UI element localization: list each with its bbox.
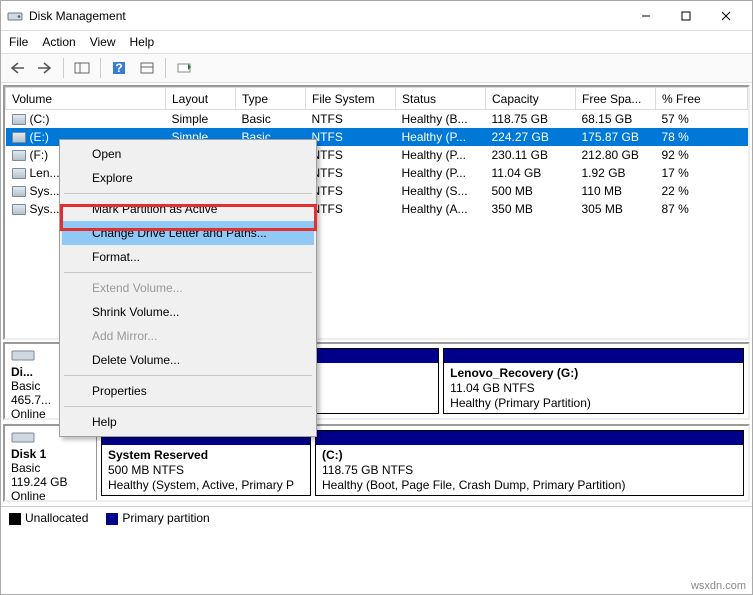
back-button[interactable] (5, 56, 29, 80)
col-free[interactable]: Free Spa... (576, 88, 656, 110)
volume-icon (12, 150, 26, 161)
list-icon[interactable] (172, 56, 196, 80)
legend: Unallocated Primary partition (1, 506, 752, 529)
help-icon[interactable]: ? (107, 56, 131, 80)
ctx-extend: Extend Volume... (62, 276, 314, 300)
show-hide-icon[interactable] (70, 56, 94, 80)
context-menu: Open Explore Mark Partition as Active Ch… (59, 139, 317, 437)
forward-button[interactable] (33, 56, 57, 80)
ctx-help[interactable]: Help (62, 410, 314, 434)
menu-file[interactable]: File (9, 35, 28, 49)
menu-view[interactable]: View (90, 35, 116, 49)
title-bar: Disk Management (1, 1, 752, 31)
maximize-button[interactable] (666, 2, 706, 30)
unallocated-swatch (9, 513, 21, 525)
primary-swatch (106, 513, 118, 525)
menu-help[interactable]: Help (130, 35, 155, 49)
ctx-add-mirror: Add Mirror... (62, 324, 314, 348)
menu-action[interactable]: Action (42, 35, 75, 49)
watermark: wsxdn.com (691, 580, 746, 592)
disk1-part-c[interactable]: (C:)118.75 GB NTFSHealthy (Boot, Page Fi… (315, 430, 744, 496)
col-layout[interactable]: Layout (166, 88, 236, 110)
ctx-explore[interactable]: Explore (62, 166, 314, 190)
disk0-part-recovery[interactable]: Lenovo_Recovery (G:)11.04 GB NTFSHealthy… (443, 348, 744, 414)
ctx-shrink[interactable]: Shrink Volume... (62, 300, 314, 324)
col-pct[interactable]: % Free (656, 88, 748, 110)
ctx-mark-active[interactable]: Mark Partition as Active (62, 197, 314, 221)
close-button[interactable] (706, 2, 746, 30)
volume-icon (12, 114, 26, 125)
volume-icon (12, 186, 26, 197)
menu-bar: File Action View Help (1, 31, 752, 53)
minimize-button[interactable] (626, 2, 666, 30)
window-title: Disk Management (29, 9, 626, 23)
col-fs[interactable]: File System (306, 88, 396, 110)
col-volume[interactable]: Volume (6, 88, 166, 110)
volume-icon (12, 132, 26, 143)
svg-text:?: ? (115, 61, 122, 75)
disk1-part-sysreserved[interactable]: System Reserved500 MB NTFSHealthy (Syste… (101, 430, 311, 496)
col-status[interactable]: Status (396, 88, 486, 110)
col-type[interactable]: Type (236, 88, 306, 110)
ctx-properties[interactable]: Properties (62, 379, 314, 403)
app-icon (7, 8, 23, 24)
disk1-label[interactable]: Disk 1 Basic 119.24 GB Online (5, 426, 97, 500)
ctx-delete[interactable]: Delete Volume... (62, 348, 314, 372)
volume-icon (12, 168, 26, 179)
ctx-change-drive-letter[interactable]: Change Drive Letter and Paths... (62, 221, 314, 245)
disk-icon (11, 348, 35, 362)
volume-icon (12, 204, 26, 215)
ctx-open[interactable]: Open (62, 142, 314, 166)
col-capacity[interactable]: Capacity (486, 88, 576, 110)
disk-icon (11, 430, 35, 444)
tool-bar: ? (1, 53, 752, 83)
ctx-format[interactable]: Format... (62, 245, 314, 269)
refresh-icon[interactable] (135, 56, 159, 80)
table-row[interactable]: (C:)SimpleBasicNTFSHealthy (B...118.75 G… (6, 110, 748, 129)
